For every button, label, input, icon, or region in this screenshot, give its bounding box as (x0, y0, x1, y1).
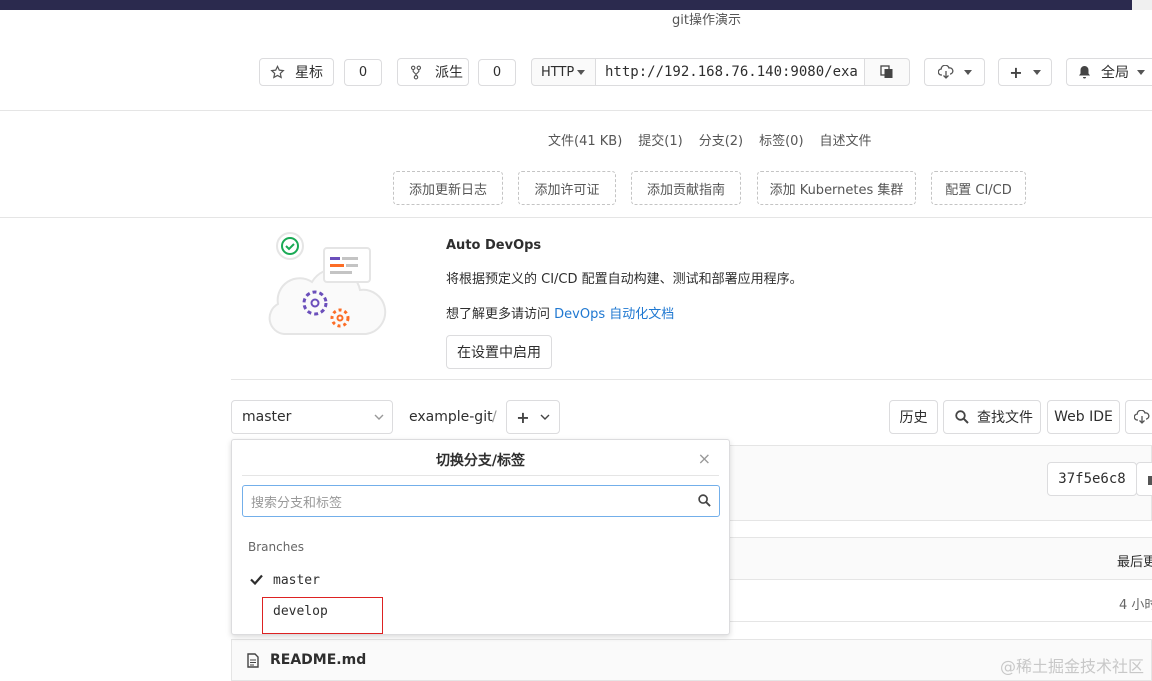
fork-icon (410, 65, 422, 80)
divider (0, 110, 1152, 111)
top-navbar (0, 0, 1152, 10)
bell-icon (1078, 65, 1091, 79)
branch-dropdown: 切换分支/标签 × 搜索分支和标签 Branches master develo… (231, 439, 730, 635)
dropdown-title: 切换分支/标签 (435, 453, 526, 469)
divider (231, 379, 1152, 380)
configure-cicd-button[interactable]: 配置 CI/CD (931, 171, 1026, 205)
copy-url-button[interactable] (864, 58, 910, 86)
auto-devops-title: Auto DevOps (446, 238, 542, 253)
chevron-down-icon (540, 413, 550, 421)
highlight-box (262, 597, 383, 634)
clone-url-input[interactable]: http://192.168.76.140:9080/exa (595, 58, 865, 86)
project-path-breadcrumb[interactable]: example-git (409, 409, 493, 425)
fork-label: 派生 (435, 65, 463, 81)
breadcrumb-separator: / (492, 409, 497, 425)
branch-search-input[interactable]: 搜索分支和标签 (242, 485, 720, 517)
download-button[interactable] (924, 58, 985, 86)
fork-button[interactable]: 派生 (397, 58, 469, 86)
stat-tags[interactable]: 标签(0) (759, 130, 803, 149)
notifications-dropdown[interactable]: 全局 (1066, 58, 1152, 86)
learn-more-prefix: 想了解更多请访问 (446, 307, 555, 322)
check-icon (250, 574, 263, 585)
last-update-header: 最后更 (1117, 555, 1152, 570)
chevron-down-icon (374, 413, 384, 421)
stat-branches[interactable]: 分支(2) (699, 130, 743, 149)
history-button[interactable]: 历史 (889, 400, 938, 434)
chevron-down-icon (1137, 69, 1145, 75)
add-changelog-button[interactable]: 添加更新日志 (393, 171, 503, 205)
new-item-button[interactable]: + (998, 58, 1052, 86)
plus-icon: + (1009, 62, 1023, 82)
add-to-tree-button[interactable]: + (506, 400, 560, 434)
add-contributing-button[interactable]: 添加贡献指南 (631, 171, 741, 205)
file-icon (247, 653, 259, 668)
add-license-button[interactable]: 添加许可证 (518, 171, 616, 205)
project-stats: 文件(41 KB) 提交(1) 分支(2) 标签(0) 自述文件 (548, 130, 872, 149)
clone-protocol-label: HTTP (541, 64, 575, 80)
enable-in-settings-button[interactable]: 在设置中启用 (446, 335, 552, 369)
commit-sha-button[interactable]: 37f5e6c8 (1047, 462, 1137, 496)
chevron-down-icon (963, 69, 972, 75)
close-icon[interactable]: × (698, 449, 711, 468)
search-icon (698, 494, 711, 507)
search-placeholder: 搜索分支和标签 (251, 495, 343, 511)
copy-icon (1145, 473, 1152, 486)
download-icon (937, 65, 954, 79)
branch-select[interactable]: master (231, 400, 393, 434)
divider (242, 475, 719, 476)
readme-filename[interactable]: README.md (270, 652, 366, 668)
branch-select-value: master (242, 409, 292, 425)
auto-devops-description: 将根据预定义的 CI/CD 配置自动构建、测试和部署应用程序。 (446, 272, 803, 287)
branch-item-master[interactable]: master (273, 573, 320, 588)
project-description: git操作演示 (672, 13, 741, 28)
divider (0, 217, 1152, 218)
stat-files[interactable]: 文件(41 KB) (548, 130, 622, 149)
auto-devops-learn-more: 想了解更多请访问 DevOps 自动化文档 (446, 303, 674, 322)
star-icon (270, 64, 285, 80)
star-count[interactable]: 0 (344, 59, 382, 86)
copy-sha-button[interactable] (1136, 462, 1152, 496)
notifications-label: 全局 (1101, 65, 1129, 81)
download-icon (1134, 410, 1150, 424)
search-icon (955, 410, 969, 424)
watermark: @稀土掘金技术社区 (999, 657, 1144, 676)
find-file-button[interactable]: 查找文件 (943, 400, 1041, 434)
copy-icon (880, 65, 894, 79)
download-source-button[interactable] (1125, 400, 1152, 434)
find-file-label: 查找文件 (977, 410, 1033, 426)
star-button[interactable]: 星标 (259, 58, 334, 86)
clone-protocol-dropdown[interactable]: HTTP (531, 58, 596, 86)
chevron-down-icon (577, 69, 586, 75)
fork-count[interactable]: 0 (478, 59, 516, 86)
add-kubernetes-button[interactable]: 添加 Kubernetes 集群 (757, 171, 916, 205)
stat-commits[interactable]: 提交(1) (638, 130, 682, 149)
devops-docs-link[interactable]: DevOps 自动化文档 (554, 307, 674, 322)
chevron-down-icon (1032, 69, 1041, 75)
plus-icon: + (516, 407, 530, 427)
stat-readme[interactable]: 自述文件 (820, 130, 872, 149)
star-label: 星标 (295, 65, 323, 81)
web-ide-button[interactable]: Web IDE (1047, 400, 1120, 434)
last-update-time: 4 小时 (1119, 598, 1152, 613)
auto-devops-illustration (262, 226, 387, 341)
branches-section-label: Branches (248, 540, 304, 554)
